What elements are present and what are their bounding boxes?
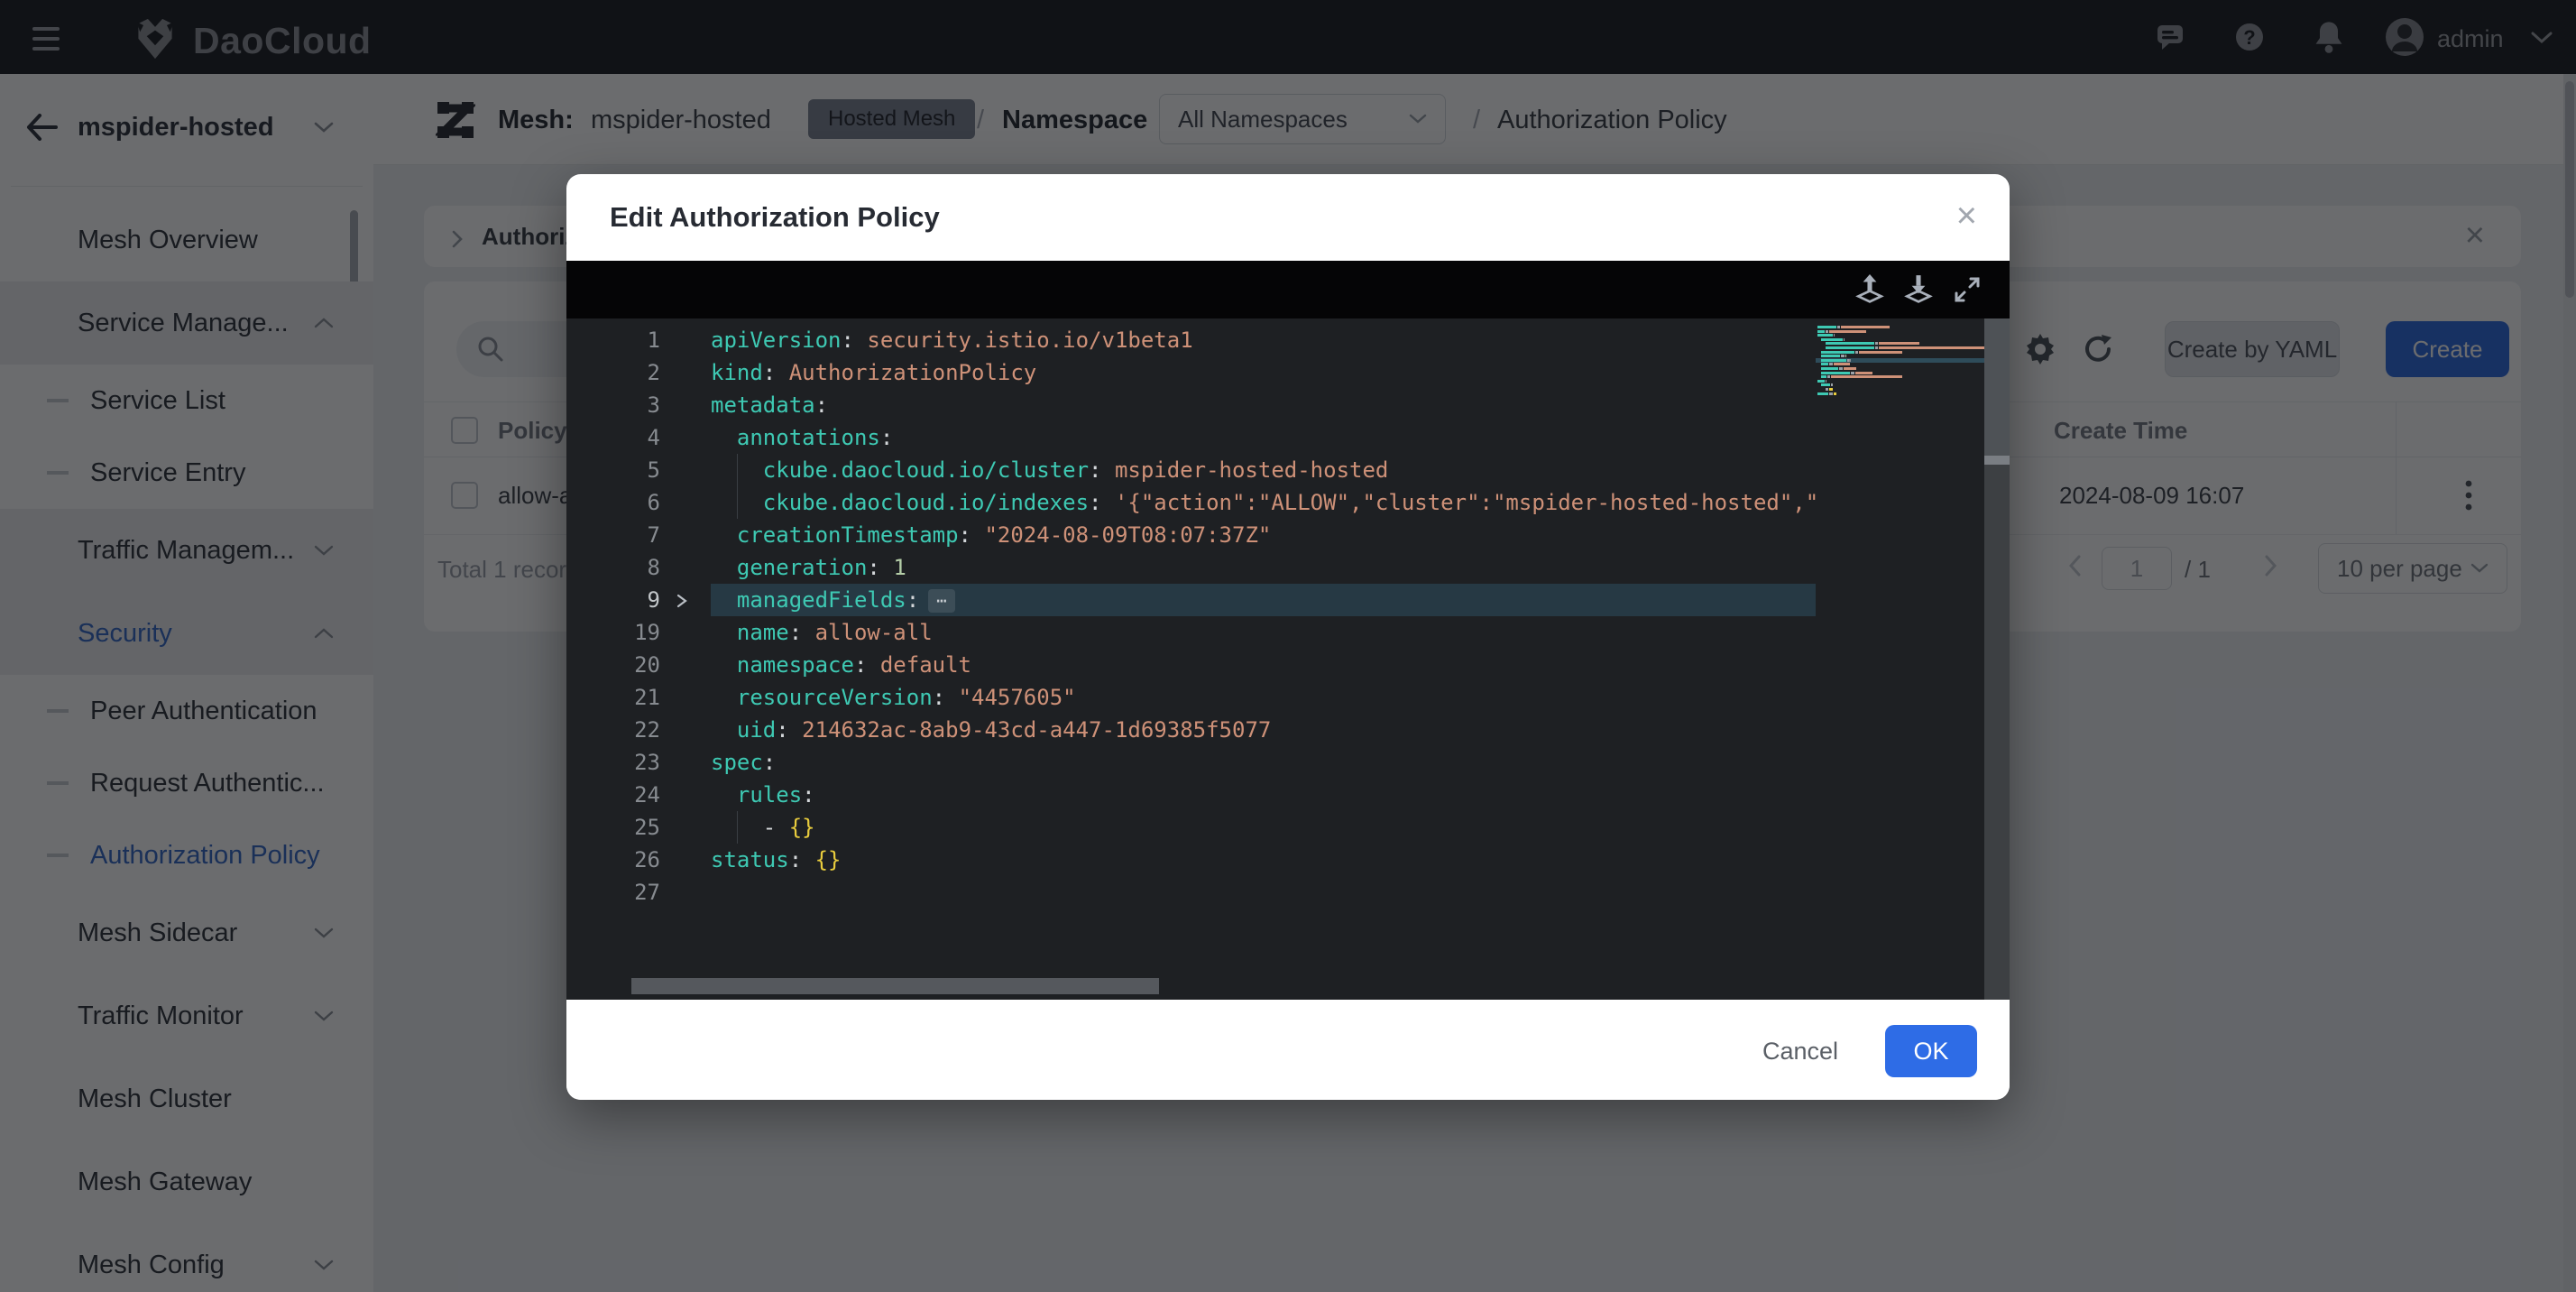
- modal-title: Edit Authorization Policy: [610, 174, 940, 261]
- fold-column[interactable]: [660, 844, 711, 876]
- fold-column[interactable]: [660, 779, 711, 811]
- fold-column[interactable]: [660, 421, 711, 454]
- line-number: 20: [566, 649, 660, 681]
- line-number: 6: [566, 486, 660, 519]
- code-text[interactable]: creationTimestamp: "2024-08-09T08:07:37Z…: [711, 519, 1816, 551]
- fold-column[interactable]: [660, 876, 711, 909]
- line-number: 23: [566, 746, 660, 779]
- editor-vertical-scrollbar[interactable]: [1984, 318, 2010, 1000]
- code-text[interactable]: generation: 1: [711, 551, 1816, 584]
- editor-code-area[interactable]: 1 apiVersion: security.istio.io/v1beta1 2 k…: [566, 324, 1816, 909]
- upload-yaml-icon[interactable]: [1854, 273, 1886, 306]
- line-number: 5: [566, 454, 660, 486]
- code-line-20[interactable]: 20 namespace: default: [566, 649, 1816, 681]
- fold-column[interactable]: [660, 681, 711, 714]
- fold-column[interactable]: [660, 714, 711, 746]
- line-number: 7: [566, 519, 660, 551]
- fold-column[interactable]: [660, 486, 711, 519]
- download-yaml-icon[interactable]: [1902, 273, 1935, 306]
- ok-button[interactable]: OK: [1885, 1025, 1977, 1077]
- code-line-3[interactable]: 3 metadata:: [566, 389, 1816, 421]
- code-text[interactable]: kind: AuthorizationPolicy: [711, 356, 1816, 389]
- code-text[interactable]: - {}: [711, 811, 1816, 844]
- fold-column[interactable]: [660, 454, 711, 486]
- code-line-9[interactable]: 9 managedFields:⋯: [566, 584, 1816, 616]
- code-line-22[interactable]: 22 uid: 214632ac-8ab9-43cd-a447-1d69385f…: [566, 714, 1816, 746]
- code-text[interactable]: [711, 876, 1816, 909]
- fold-column[interactable]: [660, 649, 711, 681]
- code-line-19[interactable]: 19 name: allow-all: [566, 616, 1816, 649]
- code-line-6[interactable]: 6 ckube.daocloud.io/indexes: '{"action":…: [566, 486, 1816, 519]
- fold-column[interactable]: [660, 356, 711, 389]
- code-line-24[interactable]: 24 rules:: [566, 779, 1816, 811]
- editor-toolbar: [566, 261, 2010, 318]
- code-text[interactable]: metadata:: [711, 389, 1816, 421]
- code-text[interactable]: ckube.daocloud.io/cluster: mspider-hoste…: [711, 454, 1816, 486]
- code-text[interactable]: rules:: [711, 779, 1816, 811]
- screen: DaoCloud ? admin mspider-hosted: [0, 0, 2576, 1292]
- line-number: 24: [566, 779, 660, 811]
- modal-close-icon[interactable]: ×: [1956, 196, 1977, 235]
- fold-column[interactable]: [660, 551, 711, 584]
- code-text[interactable]: apiVersion: security.istio.io/v1beta1: [711, 324, 1816, 356]
- edit-authorization-policy-modal: Edit Authorization Policy ×: [566, 174, 2010, 1100]
- code-text[interactable]: annotations:: [711, 421, 1816, 454]
- fold-column[interactable]: [660, 324, 711, 356]
- line-number: 1: [566, 324, 660, 356]
- code-text[interactable]: managedFields:⋯: [711, 584, 1816, 616]
- code-line-7[interactable]: 7 creationTimestamp: "2024-08-09T08:07:3…: [566, 519, 1816, 551]
- code-line-4[interactable]: 4 annotations:: [566, 421, 1816, 454]
- line-number: 26: [566, 844, 660, 876]
- code-line-21[interactable]: 21 resourceVersion: "4457605": [566, 681, 1816, 714]
- code-line-1[interactable]: 1 apiVersion: security.istio.io/v1beta1: [566, 324, 1816, 356]
- code-line-25[interactable]: 25 - {}: [566, 811, 1816, 844]
- fullscreen-icon[interactable]: [1953, 275, 1982, 304]
- line-number: 19: [566, 616, 660, 649]
- fold-column[interactable]: [660, 584, 711, 616]
- line-number: 25: [566, 811, 660, 844]
- code-text[interactable]: resourceVersion: "4457605": [711, 681, 1816, 714]
- code-line-27[interactable]: 27: [566, 876, 1816, 909]
- fold-column[interactable]: [660, 389, 711, 421]
- line-number: 8: [566, 551, 660, 584]
- code-text[interactable]: namespace: default: [711, 649, 1816, 681]
- fold-column[interactable]: [660, 811, 711, 844]
- fold-column[interactable]: [660, 616, 711, 649]
- indent-guide: [737, 486, 738, 519]
- line-number: 27: [566, 876, 660, 909]
- code-text[interactable]: name: allow-all: [711, 616, 1816, 649]
- editor-horizontal-scrollbar-thumb[interactable]: [631, 978, 1159, 994]
- editor-vertical-scrollbar-edge: [1984, 456, 2010, 465]
- line-number: 2: [566, 356, 660, 389]
- line-number: 3: [566, 389, 660, 421]
- indent-guide: [737, 811, 738, 844]
- cancel-button[interactable]: Cancel: [1746, 1025, 1854, 1077]
- code-line-2[interactable]: 2 kind: AuthorizationPolicy: [566, 356, 1816, 389]
- modal-footer: Cancel OK: [566, 1000, 2010, 1100]
- line-number: 9: [566, 584, 660, 616]
- fold-column[interactable]: [660, 519, 711, 551]
- editor-minimap[interactable]: [1816, 318, 1984, 1000]
- code-text[interactable]: uid: 214632ac-8ab9-43cd-a447-1d69385f507…: [711, 714, 1816, 746]
- line-number: 22: [566, 714, 660, 746]
- code-line-5[interactable]: 5 ckube.daocloud.io/cluster: mspider-hos…: [566, 454, 1816, 486]
- editor-vertical-scrollbar-thumb[interactable]: [1984, 318, 2010, 456]
- code-line-26[interactable]: 26 status: {}: [566, 844, 1816, 876]
- line-number: 21: [566, 681, 660, 714]
- yaml-editor[interactable]: 1 apiVersion: security.istio.io/v1beta1 2 k…: [566, 318, 2010, 1000]
- fold-chevron-icon[interactable]: [676, 594, 687, 608]
- line-number: 4: [566, 421, 660, 454]
- code-text[interactable]: ckube.daocloud.io/indexes: '{"action":"A…: [711, 486, 1816, 519]
- fold-column[interactable]: [660, 746, 711, 779]
- indent-guide: [737, 454, 738, 486]
- code-text[interactable]: spec:: [711, 746, 1816, 779]
- code-line-23[interactable]: 23 spec:: [566, 746, 1816, 779]
- code-line-8[interactable]: 8 generation: 1: [566, 551, 1816, 584]
- code-text[interactable]: status: {}: [711, 844, 1816, 876]
